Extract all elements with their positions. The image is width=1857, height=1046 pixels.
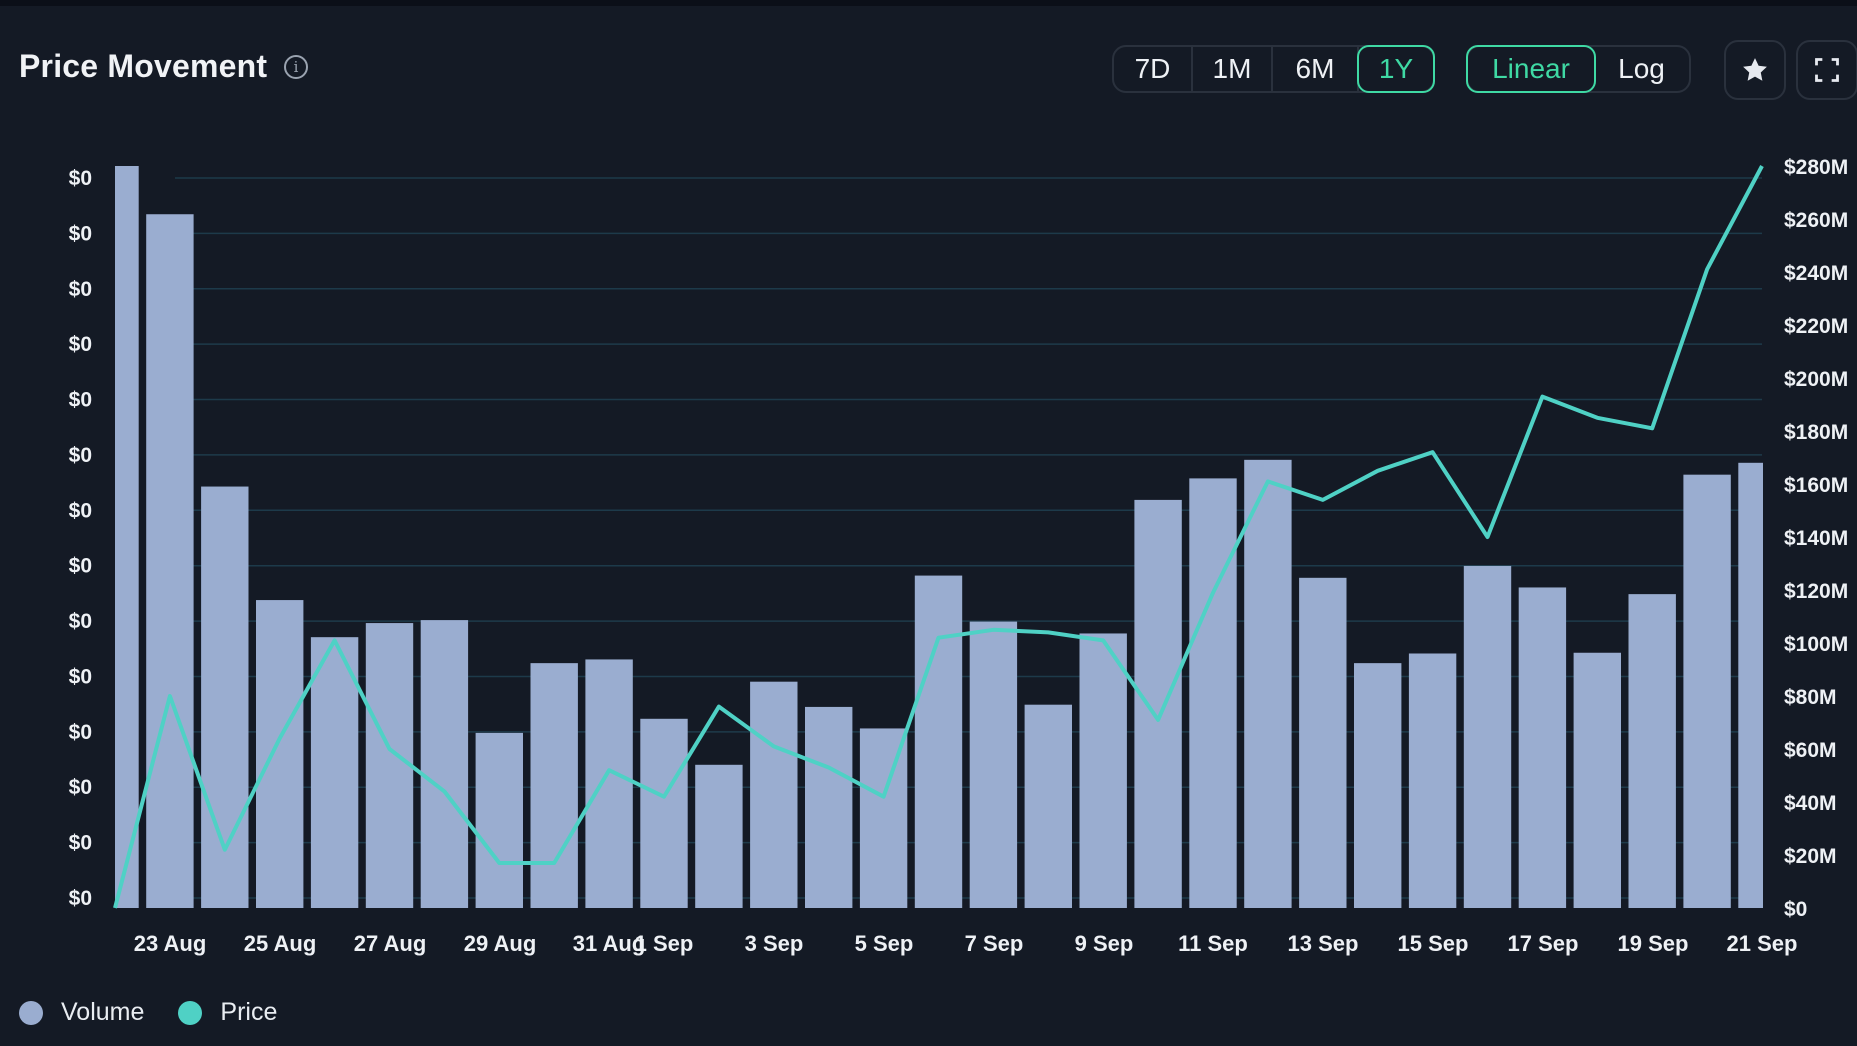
- x-tick-label: 27 Aug: [354, 931, 427, 956]
- legend-label-price: Price: [220, 998, 278, 1026]
- volume-bar: [1354, 663, 1402, 908]
- volume-bar: [1189, 478, 1237, 908]
- x-tick-label: 19 Sep: [1618, 931, 1689, 956]
- volume-bar: [1024, 704, 1072, 908]
- volume-bar: [1628, 594, 1676, 908]
- legend-item-volume[interactable]: Volume: [19, 998, 144, 1027]
- right-tick-label: $180M: [1784, 421, 1848, 444]
- left-tick-label: $0: [69, 887, 92, 910]
- volume-bar: [640, 718, 688, 908]
- left-axis-ticks: $0 $0 $0 $0 $0 $0 $0 $0 $0 $0 $0 $0 $0 $0: [69, 167, 92, 910]
- right-tick-label: $100M: [1784, 633, 1848, 656]
- x-tick-label: 23 Aug: [134, 931, 207, 956]
- left-tick-label: $0: [69, 776, 92, 799]
- volume-bar: [1299, 577, 1347, 908]
- right-axis-ticks: $280M $260M $240M $220M $200M $180M $160M $140M…: [1784, 156, 1848, 921]
- volume-bar: [146, 214, 194, 909]
- volume-bar: [256, 600, 304, 908]
- volume-bar: [1408, 653, 1457, 908]
- x-tick-label: 5 Sep: [855, 931, 914, 956]
- right-tick-label: $220M: [1784, 315, 1848, 338]
- left-tick-label: $0: [69, 278, 92, 301]
- left-tick-label: $0: [69, 167, 92, 190]
- right-tick-label: $40M: [1784, 792, 1837, 815]
- volume-bar: [115, 166, 139, 908]
- left-tick-label: $0: [69, 222, 92, 245]
- x-tick-label: 9 Sep: [1075, 931, 1134, 956]
- right-tick-label: $240M: [1784, 262, 1848, 285]
- volume-bar: [1244, 459, 1292, 908]
- volume-bar: [585, 659, 633, 908]
- x-tick-label: 3 Sep: [745, 931, 804, 956]
- volume-bar: [695, 764, 743, 908]
- right-tick-label: $120M: [1784, 580, 1848, 603]
- right-tick-label: $280M: [1784, 156, 1848, 179]
- left-tick-label: $0: [69, 499, 92, 522]
- right-tick-label: $160M: [1784, 474, 1848, 497]
- volume-bar: [805, 706, 853, 908]
- x-tick-label: 17 Sep: [1508, 931, 1579, 956]
- volume-bars: [115, 166, 1763, 909]
- left-tick-label: $0: [69, 333, 92, 356]
- price-volume-chart: $0$0$0$0$0$0$0$0$0$0$0$0$0$0 $280M$260M$…: [69, 156, 1849, 956]
- price-legend-dot: [178, 1000, 203, 1025]
- right-tick-label: $60M: [1784, 739, 1837, 762]
- left-tick-label: $0: [69, 610, 92, 633]
- x-tick-label: 13 Sep: [1288, 931, 1359, 956]
- right-tick-label: $200M: [1784, 368, 1848, 391]
- right-tick-label: $140M: [1784, 527, 1848, 550]
- volume-bar: [1738, 462, 1763, 908]
- left-tick-label: $0: [69, 389, 92, 412]
- volume-bar: [1683, 474, 1731, 908]
- x-tick-label: 29 Aug: [464, 931, 537, 956]
- volume-bar: [969, 621, 1018, 908]
- volume-bar: [859, 728, 908, 908]
- x-tick-label: 15 Sep: [1398, 931, 1469, 956]
- x-axis-ticks: 23 Aug 25 Aug 27 Aug 29 Aug 31 Aug1 Sep 3 Sep…: [134, 931, 1798, 956]
- legend-item-price[interactable]: Price: [178, 998, 277, 1027]
- x-tick-label: 11 Sep: [1178, 931, 1248, 956]
- volume-bar: [420, 620, 469, 908]
- volume-bar: [1079, 633, 1127, 908]
- x-tick-label: 21 Sep: [1727, 931, 1798, 956]
- volume-legend-dot: [19, 1000, 43, 1025]
- volume-bar: [1573, 652, 1621, 908]
- x-tick-label: 1 Sep: [635, 931, 694, 956]
- volume-bar: [310, 637, 359, 908]
- left-tick-label: $0: [69, 444, 92, 467]
- right-tick-label: $260M: [1784, 209, 1848, 232]
- volume-bar: [530, 663, 578, 908]
- left-tick-label: $0: [69, 721, 92, 744]
- x-tick-label: 25 Aug: [244, 931, 317, 956]
- volume-bar: [914, 575, 963, 908]
- volume-bar: [1518, 587, 1567, 908]
- volume-bar: [750, 681, 798, 908]
- right-tick-label: $0: [1784, 898, 1807, 921]
- volume-bar: [365, 623, 414, 908]
- left-tick-label: $0: [69, 665, 92, 688]
- volume-bar: [475, 732, 523, 908]
- left-tick-label: $0: [69, 555, 92, 578]
- right-tick-label: $80M: [1784, 686, 1837, 709]
- x-tick-label: 7 Sep: [965, 931, 1024, 956]
- left-tick-label: $0: [69, 832, 92, 855]
- chart-legend: Volume Price: [19, 998, 311, 1027]
- right-tick-label: $20M: [1784, 845, 1837, 868]
- volume-bar: [1134, 499, 1182, 908]
- legend-label-volume: Volume: [61, 998, 145, 1026]
- volume-bar: [1463, 565, 1512, 908]
